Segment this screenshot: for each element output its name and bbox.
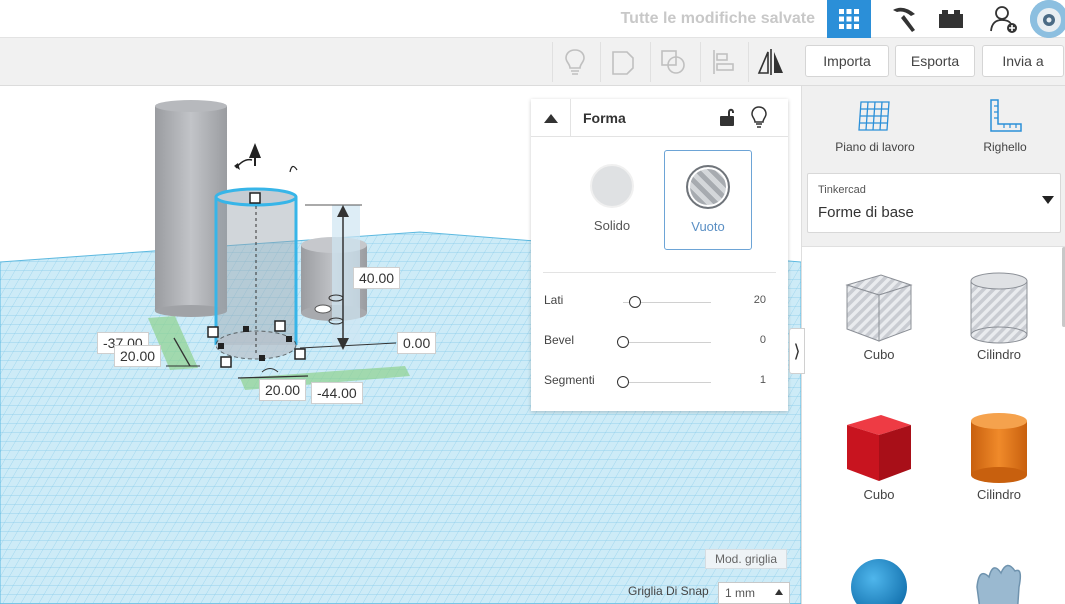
shape-label: Cubo — [863, 347, 895, 362]
sides-slider[interactable]: Lati 20 — [531, 291, 788, 313]
add-user-icon — [990, 6, 1017, 33]
shape-cylinder-hole[interactable]: Cilindro — [944, 267, 1054, 362]
align-icon — [712, 50, 734, 74]
segments-label: Segmenti — [544, 373, 595, 387]
solid-label: Solido — [593, 218, 631, 233]
shape-label: Cilindro — [976, 347, 1022, 362]
elevation-value[interactable]: 0.00 — [397, 332, 437, 354]
segments-value[interactable]: 1 — [760, 374, 766, 386]
grid-view-button[interactable] — [827, 0, 871, 38]
library-source: Tinkercad — [818, 184, 866, 196]
shape-label: Cubo — [863, 487, 895, 502]
divider — [543, 272, 776, 273]
pickaxe-icon — [893, 7, 915, 32]
import-button[interactable]: Importa — [805, 45, 889, 77]
sidebar-collapse-button[interactable]: ⟩ — [789, 328, 805, 374]
cylinder-hole-icon — [970, 272, 1028, 344]
mirror-icon — [757, 49, 783, 75]
sides-value[interactable]: 20 — [754, 294, 766, 306]
shape-sphere[interactable] — [824, 547, 934, 604]
toolbar: Importa Esporta Invia a — [0, 38, 1065, 86]
chevron-right-icon: ⟩ — [793, 340, 801, 361]
caret-up-icon — [775, 589, 783, 595]
export-button[interactable]: Esporta — [895, 45, 975, 77]
ruler-tool[interactable]: Righello — [940, 98, 1065, 154]
group-icon — [611, 51, 634, 75]
slider-knob[interactable] — [617, 376, 629, 388]
caret-down-icon — [1042, 196, 1054, 204]
ungroup-button[interactable] — [650, 42, 694, 82]
avatar-image — [1030, 0, 1065, 38]
slider-knob[interactable] — [617, 336, 629, 348]
top-bar: Tutte le modifiche salvate — [0, 0, 1065, 38]
bevel-value[interactable]: 0 — [760, 334, 766, 346]
grid-icon — [839, 9, 859, 29]
right-sidebar: Piano di lavoro Righello Tinkercad Forme… — [801, 86, 1065, 604]
height-value[interactable]: 40.00 — [353, 267, 401, 289]
hole-swatch — [686, 165, 730, 209]
box-icon — [847, 415, 911, 481]
depth-value[interactable]: 20.00 — [114, 345, 162, 367]
solid-option[interactable]: Solido — [568, 150, 656, 250]
minecraft-button[interactable] — [882, 0, 926, 38]
bulb-icon — [564, 49, 585, 75]
hole-option[interactable]: Vuoto — [664, 150, 752, 250]
scribble-icon — [976, 564, 1022, 604]
collapse-button[interactable] — [531, 99, 571, 137]
shape-label: Cilindro — [976, 487, 1022, 502]
shape-scribble[interactable] — [944, 547, 1054, 604]
slider-knob[interactable] — [629, 296, 641, 308]
bulb-icon[interactable] — [751, 106, 767, 128]
workplane-icon — [858, 101, 890, 131]
shape-cylinder[interactable]: Cilindro — [944, 407, 1054, 502]
slider-track — [623, 382, 711, 383]
slider-track — [623, 342, 711, 343]
solid-swatch — [590, 164, 634, 208]
avatar[interactable] — [1030, 0, 1065, 38]
invite-user-button[interactable] — [982, 0, 1026, 38]
brick-icon — [939, 10, 963, 28]
shape-inspector: Forma Solido Vuoto Lati 20 Bevel 0 Segme… — [531, 99, 788, 411]
snap-grid-value: 1 mm — [725, 586, 755, 600]
shape-box[interactable]: Cubo — [824, 407, 934, 502]
shape-box-hole[interactable]: Cubo — [824, 267, 934, 362]
y-offset-value[interactable]: -44.00 — [311, 382, 363, 404]
save-status: Tutte le modifiche salvate — [620, 10, 815, 27]
ruler-label: Righello — [983, 140, 1027, 154]
snap-grid-label: Griglia Di Snap — [628, 584, 709, 598]
shape-library-grid: Cubo Cilindro Cubo Cilindro — [802, 246, 1065, 604]
width-value[interactable]: 20.00 — [259, 379, 307, 401]
shape-library-select[interactable]: Tinkercad Forme di base — [807, 173, 1061, 233]
bevel-slider[interactable]: Bevel 0 — [531, 331, 788, 353]
box-hole-icon — [845, 274, 913, 342]
align-button[interactable] — [700, 42, 744, 82]
caret-up-icon — [543, 113, 558, 123]
ungroup-icon — [660, 50, 685, 74]
hole-label: Vuoto — [691, 219, 725, 234]
workplane-tool[interactable]: Piano di lavoro — [810, 98, 940, 154]
group-button[interactable] — [600, 42, 644, 82]
inspector-title: Forma — [583, 110, 626, 126]
ruler-icon — [990, 99, 1022, 132]
unlock-icon[interactable] — [719, 107, 735, 127]
cylinder-icon — [971, 413, 1027, 483]
send-to-button[interactable]: Invia a — [982, 45, 1064, 77]
sphere-icon — [851, 559, 907, 604]
lego-bricks-button[interactable] — [929, 0, 973, 38]
show-all-button[interactable] — [552, 42, 596, 82]
sides-label: Lati — [544, 293, 564, 307]
snap-grid-select[interactable]: 1 mm — [718, 582, 790, 604]
edit-grid-button[interactable]: Mod. griglia — [705, 549, 787, 569]
mirror-button[interactable] — [748, 42, 792, 82]
bevel-label: Bevel — [544, 333, 575, 347]
library-name: Forme di base — [818, 204, 914, 221]
segments-slider[interactable]: Segmenti 1 — [531, 371, 788, 393]
workplane-label: Piano di lavoro — [835, 140, 915, 154]
inspector-header: Forma — [531, 99, 788, 137]
